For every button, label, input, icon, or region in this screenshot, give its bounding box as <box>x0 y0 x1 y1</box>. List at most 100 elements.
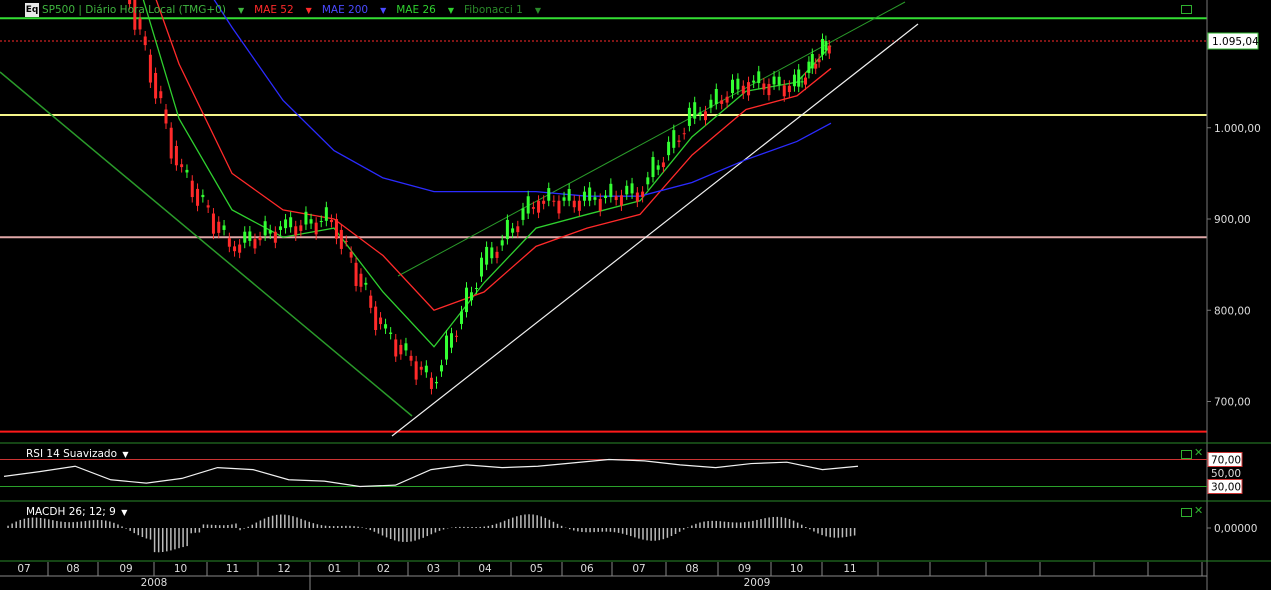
candle-body <box>180 164 184 168</box>
candle-body <box>693 102 697 119</box>
candle-body <box>641 191 645 197</box>
candle-body <box>741 85 745 94</box>
month-label: 01 <box>328 563 341 575</box>
indicator-fibonacci[interactable]: Fibonacci 1 <box>464 4 523 16</box>
candle-body <box>817 59 821 63</box>
candle-body <box>531 207 535 209</box>
maximize-icon[interactable] <box>1181 508 1192 517</box>
year-label: 2009 <box>744 577 771 589</box>
candle-body <box>762 83 766 90</box>
candle-body <box>552 200 556 202</box>
candle-body <box>309 219 313 224</box>
candle-body <box>526 196 530 214</box>
dropdown-icon[interactable]: ▼ <box>448 6 454 15</box>
candle-body <box>349 251 353 258</box>
candle-body <box>588 187 592 201</box>
candle-body <box>821 38 824 55</box>
candle-body <box>630 183 634 194</box>
candle-body <box>604 195 608 199</box>
candle-body <box>248 231 252 241</box>
candle-body <box>394 339 398 357</box>
candle-body <box>196 188 200 206</box>
candle-body <box>480 257 483 277</box>
candle-body <box>511 228 515 233</box>
candle-body <box>379 317 383 325</box>
close-icon[interactable]: ✕ <box>1194 505 1203 516</box>
rsi-label[interactable]: RSI 14 Suavizado ▼ <box>26 448 129 460</box>
candle-body <box>667 141 671 156</box>
month-label: 02 <box>377 563 390 575</box>
dropdown-icon[interactable]: ▼ <box>535 6 541 15</box>
candle-body <box>767 83 771 96</box>
candle-body <box>243 231 247 243</box>
candle-body <box>470 292 473 301</box>
candle-body <box>429 377 433 389</box>
month-label: 10 <box>174 563 187 575</box>
candle-body <box>334 219 338 239</box>
y-tick-label: 800,00 <box>1214 305 1251 317</box>
dropdown-icon[interactable]: ▼ <box>306 6 312 15</box>
candle-body <box>227 238 231 247</box>
candle-body <box>500 240 504 246</box>
candle-body <box>777 76 781 85</box>
maximize-icon[interactable] <box>1181 450 1192 459</box>
indicator-mae200[interactable]: MAE 200 <box>322 4 368 16</box>
month-label: 10 <box>790 563 803 575</box>
candle-body <box>572 200 576 208</box>
candle-body <box>731 79 734 94</box>
rsi-tick-label: 30,00 <box>1211 482 1241 494</box>
rsi-tick-label: 70,00 <box>1211 455 1241 467</box>
candle-body <box>490 247 494 259</box>
dropdown-icon[interactable]: ▼ <box>238 6 244 15</box>
macd-label[interactable]: MACDH 26; 12; 9 ▼ <box>26 506 127 518</box>
candle-body <box>810 54 814 69</box>
candle-body <box>222 225 226 230</box>
candle-body <box>304 211 308 225</box>
candle-body <box>757 71 761 84</box>
macd-tick-label: 0,00000 <box>1214 523 1257 535</box>
candle-body <box>374 306 378 331</box>
candle-body <box>460 311 463 324</box>
candle-body <box>782 85 786 97</box>
candle-body <box>148 54 152 83</box>
candle-body <box>284 219 288 229</box>
candle-body <box>567 188 571 201</box>
candle-body <box>419 366 423 370</box>
candle-body <box>495 251 499 258</box>
year-label: 2008 <box>141 577 168 589</box>
candle-body <box>542 200 546 204</box>
candle-body <box>159 91 163 99</box>
candle-body <box>521 208 525 220</box>
candle-body <box>656 165 660 170</box>
candle-body <box>435 381 438 384</box>
candle-body <box>263 221 267 236</box>
candle-body <box>747 82 751 96</box>
candle-body <box>725 96 729 103</box>
candle-body <box>329 219 333 223</box>
candle-body <box>268 230 272 234</box>
candle-body <box>651 157 655 178</box>
candle-body <box>143 36 147 46</box>
candle-body <box>174 146 178 166</box>
candle-body <box>455 335 458 337</box>
y-tick-label: 900,00 <box>1214 214 1251 226</box>
candle-body <box>450 333 453 348</box>
candle-body <box>807 61 811 73</box>
maximize-icon[interactable] <box>1181 5 1192 14</box>
candle-body <box>505 219 509 240</box>
indicator-mae26[interactable]: MAE 26 <box>396 4 436 16</box>
instrument-label[interactable]: SP500 | Diário Hora Local (TMG+0) <box>42 4 226 16</box>
candle-body <box>557 200 561 214</box>
candle-body <box>299 225 303 231</box>
candle-body <box>273 231 277 243</box>
candle-body <box>201 194 205 198</box>
dropdown-icon[interactable]: ▼ <box>380 6 386 15</box>
candle-body <box>465 287 468 313</box>
indicator-mae52[interactable]: MAE 52 <box>254 4 294 16</box>
candle-body <box>814 63 818 69</box>
candle-body <box>154 73 158 99</box>
close-icon[interactable]: ✕ <box>1194 447 1203 458</box>
candle-body <box>319 220 323 222</box>
candle-body <box>772 76 776 85</box>
candle-body <box>547 188 551 201</box>
